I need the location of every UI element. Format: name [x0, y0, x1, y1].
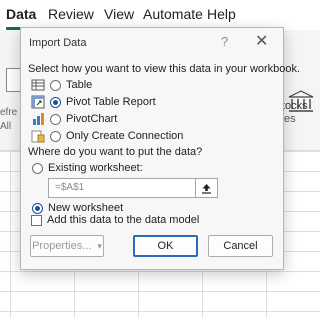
ribbon-all-partial: All — [0, 121, 12, 132]
option-table[interactable]: Table — [31, 77, 92, 93]
new-worksheet-radio[interactable] — [32, 202, 43, 214]
pivot-chart-radio[interactable] — [50, 113, 61, 125]
import-data-dialog: Import Data ? ✕ Select how you want to v… — [20, 27, 300, 270]
collapse-dialog-button[interactable] — [195, 179, 217, 197]
option-pivot-chart[interactable]: PivotChart — [31, 111, 117, 127]
table-icon — [31, 79, 45, 91]
ribbon-refresh-partial: efre — [0, 107, 18, 118]
ribbon-right-partial: es — [284, 113, 296, 125]
menu-bar: Data Review View Automate Help — [0, 0, 320, 30]
pivot-table-label: Pivot Table Report — [66, 96, 156, 108]
upload-arrow-icon — [202, 183, 211, 194]
pivot-table-radio[interactable] — [50, 96, 61, 108]
existing-worksheet-radio[interactable] — [32, 162, 43, 174]
pivot-chart-label: PivotChart — [66, 113, 118, 125]
table-label: Table — [66, 79, 93, 91]
properties-button[interactable]: Properties... ▾ — [30, 235, 104, 257]
option-pivot-table[interactable]: Pivot Table Report — [31, 94, 156, 110]
chevron-down-icon: ▾ — [97, 240, 102, 251]
menu-automate[interactable]: Automate — [143, 6, 203, 22]
properties-label: Properties... — [32, 240, 92, 252]
help-button[interactable]: ? — [221, 34, 228, 49]
new-worksheet-label: New worksheet — [48, 202, 124, 214]
dialog-title: Import Data — [29, 37, 87, 49]
menu-data[interactable]: Data — [6, 6, 36, 22]
ribbon-left-partial: efre All — [0, 106, 17, 134]
pivot-chart-icon — [33, 113, 44, 125]
option-only-connection[interactable]: Only Create Connection — [31, 128, 183, 144]
cancel-label: Cancel — [223, 240, 258, 252]
table-radio[interactable] — [50, 79, 61, 91]
ok-button[interactable]: OK — [133, 235, 198, 257]
only-connection-label: Only Create Connection — [66, 130, 184, 142]
only-connection-radio[interactable] — [50, 130, 61, 142]
pivot-table-icon — [31, 95, 45, 109]
menu-help[interactable]: Help — [207, 6, 236, 22]
menu-view[interactable]: View — [104, 6, 134, 22]
existing-worksheet-label: Existing worksheet: — [48, 162, 143, 174]
ok-label: OK — [157, 240, 174, 252]
data-model-checkbox[interactable] — [31, 215, 42, 226]
data-model-label: Add this data to the data model — [47, 214, 200, 226]
stocks-label[interactable]: tocks — [282, 100, 308, 112]
cell-reference-value: =$A$1 — [55, 182, 85, 193]
cancel-button[interactable]: Cancel — [208, 235, 273, 257]
close-button[interactable]: ✕ — [255, 31, 268, 51]
menu-review[interactable]: Review — [48, 6, 94, 22]
connection-icon — [31, 130, 45, 143]
cell-reference-input[interactable]: =$A$1 — [48, 178, 218, 198]
view-prompt: Select how you want to view this data in… — [28, 63, 301, 75]
option-existing-worksheet[interactable]: Existing worksheet: — [32, 160, 143, 176]
location-prompt: Where do you want to put the data? — [28, 146, 203, 158]
